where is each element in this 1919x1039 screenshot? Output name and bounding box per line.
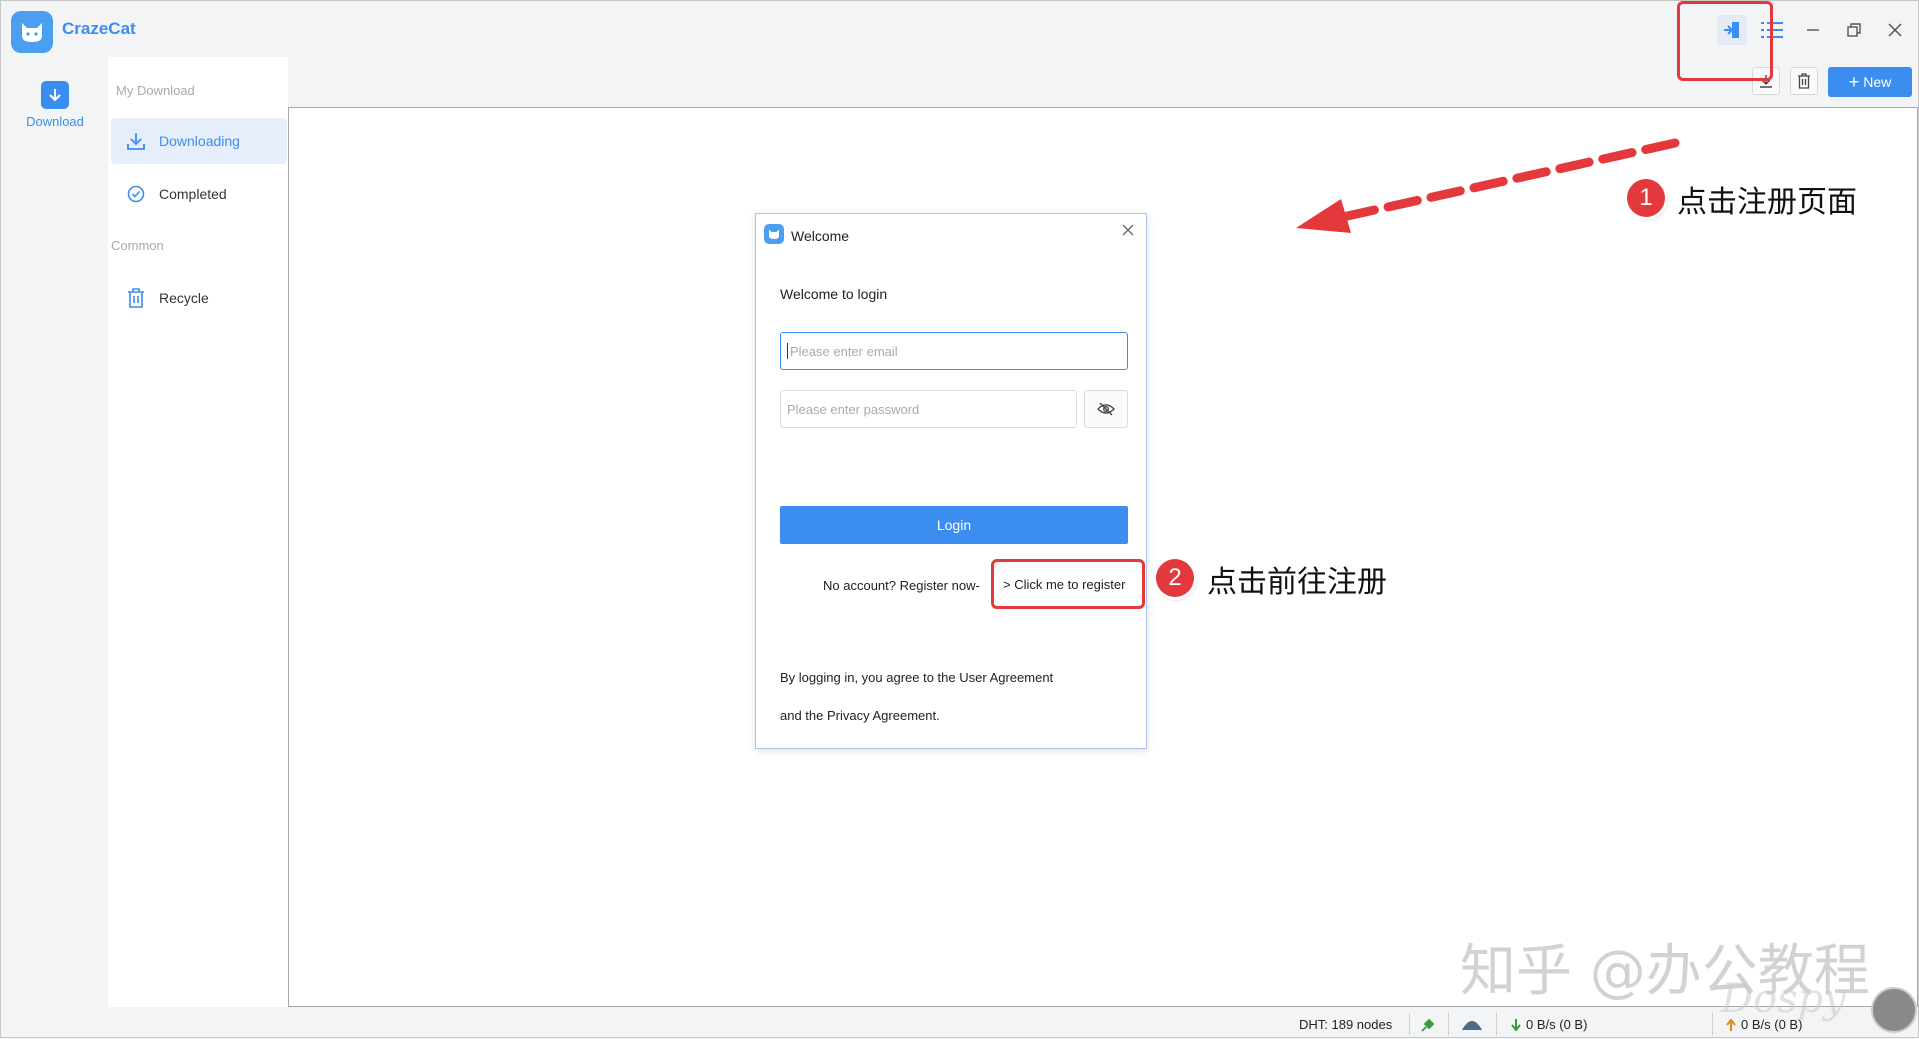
nav-item-downloading[interactable]: Downloading	[111, 118, 287, 164]
restore-icon[interactable]	[1839, 15, 1869, 45]
annotation-highlight-login-icon	[1677, 1, 1773, 81]
app-logo	[11, 11, 53, 53]
register-prompt: No account? Register now-	[823, 578, 980, 593]
app-title: CrazeCat	[62, 19, 136, 38]
nav-item-label: Completed	[159, 186, 227, 202]
agreement-line-2: and the Privacy Agreement.	[780, 708, 940, 723]
section-common: Common	[111, 238, 164, 253]
eye-slash-icon	[1097, 402, 1115, 416]
watermark-secondary: Dospy	[1721, 976, 1846, 1022]
app-logo-small	[764, 224, 784, 244]
rail-download-label: Download	[26, 114, 84, 129]
status-divider	[1712, 1013, 1713, 1035]
check-circle-icon	[125, 183, 147, 205]
annotation-badge-1: 1	[1627, 179, 1665, 217]
plus-icon: +	[1848, 72, 1860, 92]
download-arrow-icon	[41, 81, 69, 109]
nav-item-label: Downloading	[159, 133, 240, 149]
login-dialog: Welcome Welcome to login Please enter em…	[755, 213, 1147, 749]
annotation-text-1: 点击注册页面	[1677, 185, 1857, 220]
dialog-header: Welcome	[756, 214, 1146, 254]
trash-icon	[1797, 73, 1811, 89]
nav-panel: My Download Downloading Completed Common…	[108, 57, 288, 1007]
delete-button[interactable]	[1790, 67, 1818, 95]
agreement-line-1: By logging in, you agree to the User Agr…	[780, 670, 1054, 685]
login-button[interactable]: Login	[780, 506, 1128, 544]
speed-gauge-icon[interactable]	[1461, 1017, 1483, 1031]
password-placeholder: Please enter password	[787, 401, 920, 417]
close-icon[interactable]	[1880, 15, 1910, 45]
status-divider	[1496, 1013, 1497, 1035]
nav-item-completed[interactable]: Completed	[111, 171, 287, 217]
password-field[interactable]: Please enter password	[780, 390, 1077, 428]
plugin-icon[interactable]	[1420, 1017, 1436, 1033]
annotation-badge-2: 2	[1156, 559, 1194, 597]
annotation-highlight-register-link	[991, 559, 1145, 609]
dialog-heading: Welcome to login	[780, 286, 888, 302]
annotation-text-2: 点击前往注册	[1207, 565, 1387, 600]
status-divider	[1409, 1013, 1410, 1035]
email-placeholder: Please enter email	[790, 343, 898, 359]
dialog-title: Welcome	[791, 228, 850, 244]
download-speed-arrow-icon	[1511, 1018, 1521, 1031]
dht-status: DHT: 189 nodes	[1299, 1017, 1393, 1032]
annotation-arrow	[1296, 138, 1680, 233]
new-button[interactable]: + New	[1828, 67, 1912, 97]
download-speed-value: 0 B/s (0 B)	[1526, 1017, 1588, 1032]
email-field[interactable]: Please enter email	[780, 332, 1128, 370]
status-divider	[1448, 1013, 1449, 1035]
trash-icon	[125, 287, 147, 309]
status-bar: DHT: 189 nodes 0 B/s (0 B) 0 B/s (0 B)	[1, 1009, 1919, 1039]
section-my-download: My Download	[116, 83, 195, 98]
avatar	[1871, 987, 1917, 1033]
download-speed: 0 B/s (0 B)	[1510, 1017, 1587, 1032]
app-window: CrazeCat Download My Download Downloadin…	[0, 0, 1919, 1038]
text-caret	[787, 343, 788, 359]
nav-item-recycle[interactable]: Recycle	[111, 275, 287, 321]
rail-download[interactable]: Download	[19, 81, 91, 129]
minimize-icon[interactable]	[1798, 15, 1828, 45]
new-button-label: New	[1863, 74, 1892, 90]
download-tray-icon	[125, 130, 147, 152]
toggle-password-visibility-button[interactable]	[1084, 390, 1128, 428]
nav-item-label: Recycle	[159, 290, 209, 306]
dialog-close-icon[interactable]	[1118, 220, 1138, 240]
